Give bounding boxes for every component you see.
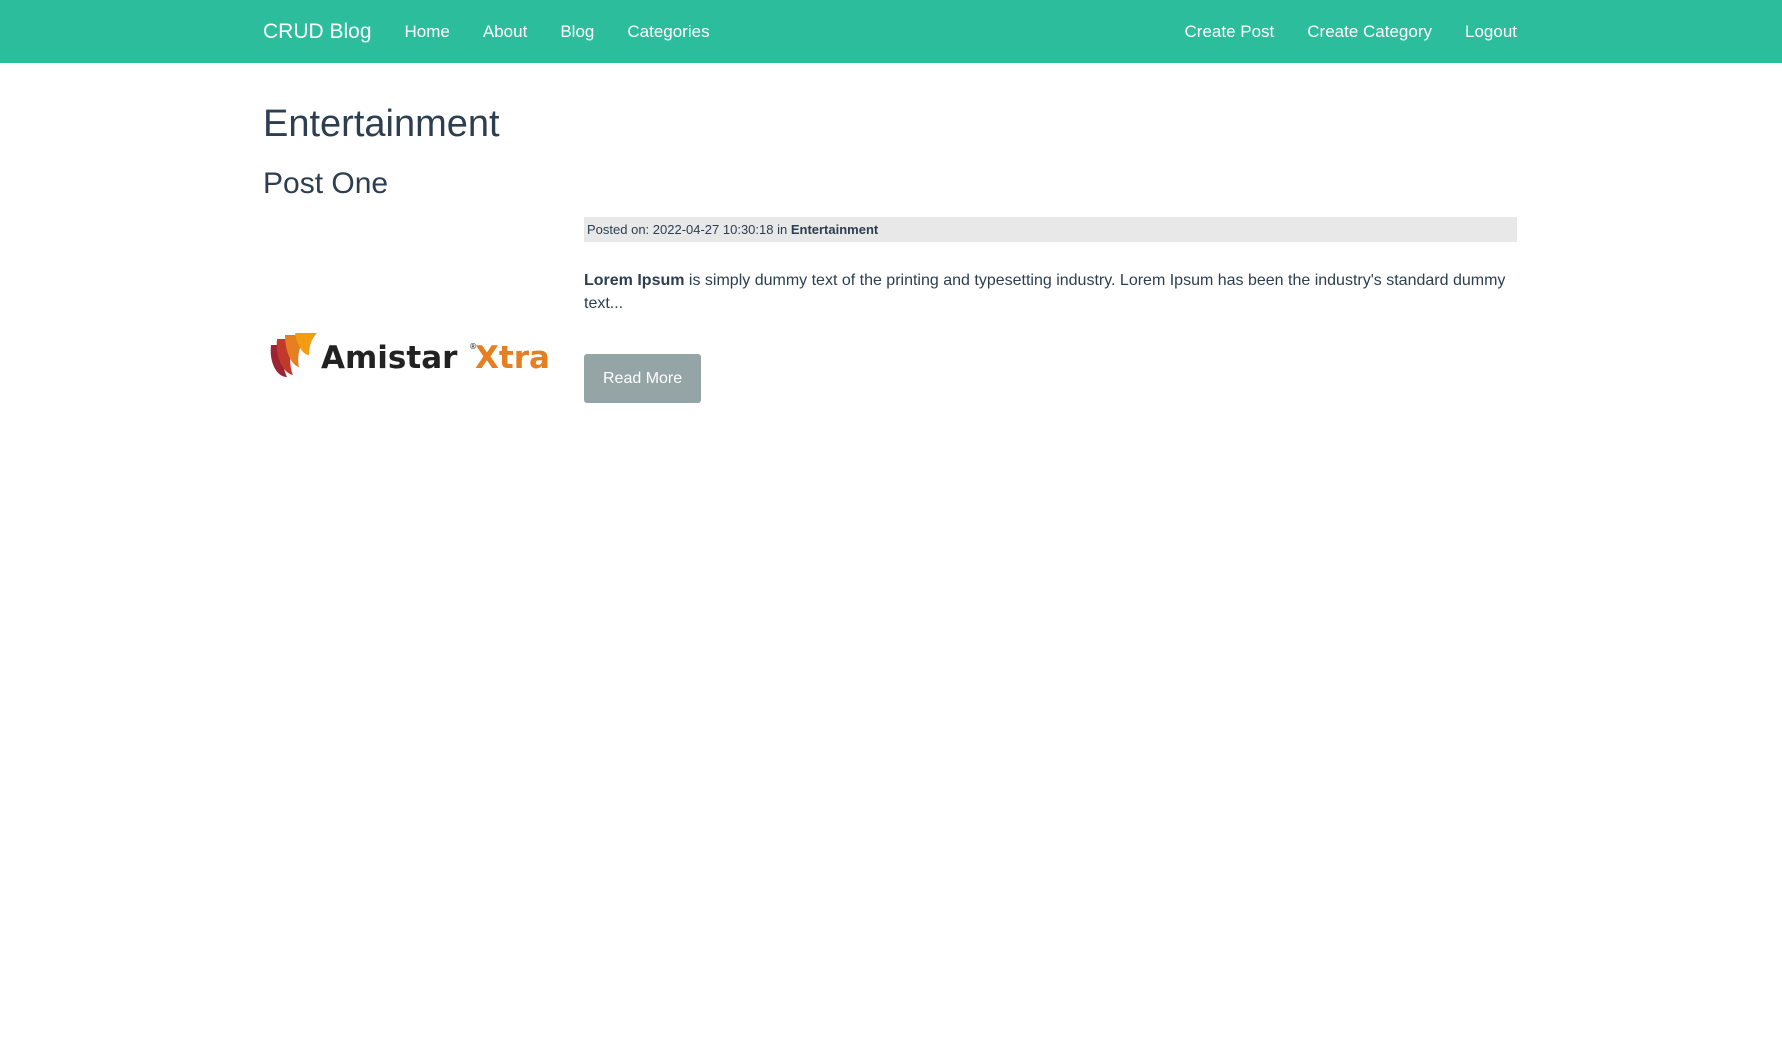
leaf-logo-icon bbox=[270, 333, 317, 377]
post-meta-date: Posted on: 2022-04-27 10:30:18 in bbox=[587, 222, 791, 237]
navbar-inner: CRUD Blog Home About Blog Categories Cre… bbox=[263, 0, 1517, 63]
nav-link-about[interactable]: About bbox=[483, 22, 527, 42]
navbar-left: CRUD Blog Home About Blog Categories bbox=[263, 20, 743, 44]
post-excerpt: Lorem Ipsum is simply dummy text of the … bbox=[584, 269, 1517, 315]
logo-word-amistar: Amistar bbox=[321, 340, 458, 376]
nav-link-create-category[interactable]: Create Category bbox=[1307, 22, 1432, 42]
post-body: Posted on: 2022-04-27 10:30:18 in Entert… bbox=[584, 217, 1517, 403]
excerpt-text: is simply dummy text of the printing and… bbox=[584, 272, 1506, 312]
logo-word-xtra: Xtra bbox=[475, 340, 550, 376]
read-more-button[interactable]: Read More bbox=[584, 354, 702, 403]
nav-link-home[interactable]: Home bbox=[405, 22, 450, 42]
nav-link-logout[interactable]: Logout bbox=[1465, 22, 1517, 42]
nav-link-categories[interactable]: Categories bbox=[627, 22, 709, 42]
post-title[interactable]: Post One bbox=[263, 167, 388, 201]
navbar-right: Create Post Create Category Logout bbox=[1152, 22, 1518, 42]
page-title: Entertainment bbox=[263, 103, 500, 145]
amistar-xtra-logo: Amistar ® Xtra bbox=[270, 333, 550, 377]
post-meta-category[interactable]: Entertainment bbox=[791, 222, 878, 237]
nav-link-create-post[interactable]: Create Post bbox=[1185, 22, 1275, 42]
excerpt-bold: Lorem Ipsum bbox=[584, 272, 685, 289]
post-meta: Posted on: 2022-04-27 10:30:18 in Entert… bbox=[584, 217, 1517, 242]
top-navbar: CRUD Blog Home About Blog Categories Cre… bbox=[0, 0, 1782, 63]
brand-link[interactable]: CRUD Blog bbox=[263, 20, 372, 44]
nav-link-blog[interactable]: Blog bbox=[560, 22, 594, 42]
post-thumbnail: Amistar ® Xtra bbox=[263, 325, 553, 390]
